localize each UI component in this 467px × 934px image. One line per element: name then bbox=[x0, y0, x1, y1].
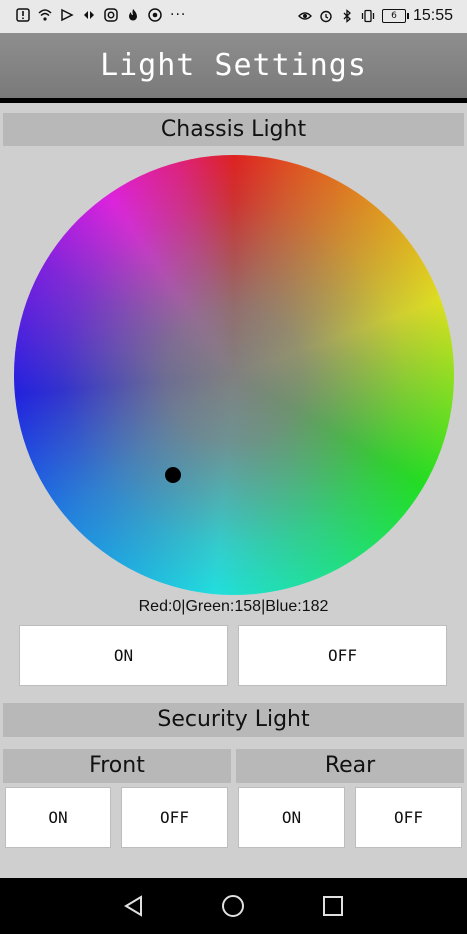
back-icon[interactable] bbox=[122, 894, 146, 918]
alert-icon bbox=[16, 8, 30, 22]
color-wheel-saturation bbox=[14, 155, 454, 595]
instagram-icon bbox=[104, 8, 118, 22]
vibrate-icon bbox=[361, 9, 375, 23]
front-off-button[interactable]: OFF bbox=[121, 787, 228, 848]
wifi-icon bbox=[38, 9, 52, 21]
battery-level: 6 bbox=[391, 11, 397, 21]
rgb-readout: Red:0|Green:158|Blue:182 bbox=[138, 598, 329, 615]
app-bar: Light Settings bbox=[0, 33, 467, 98]
rear-on-button[interactable]: ON bbox=[238, 787, 345, 848]
security-light-header: Security Light bbox=[3, 703, 464, 737]
remote-icon bbox=[84, 11, 94, 19]
front-on-button[interactable]: ON bbox=[5, 787, 111, 848]
battery-icon: 6 bbox=[381, 9, 409, 23]
color-wheel[interactable] bbox=[14, 155, 454, 595]
page-title: Light Settings bbox=[100, 48, 367, 83]
chassis-on-button[interactable]: ON bbox=[19, 625, 228, 686]
recents-icon[interactable] bbox=[321, 894, 345, 918]
alarm-icon bbox=[320, 10, 332, 23]
chassis-off-button[interactable]: OFF bbox=[238, 625, 447, 686]
status-right-icons: 6 15:55 bbox=[297, 7, 453, 25]
rear-off-button[interactable]: OFF bbox=[355, 787, 462, 848]
flame-icon bbox=[129, 9, 137, 21]
front-light-header: Front bbox=[3, 749, 231, 783]
play-icon bbox=[61, 8, 74, 22]
overflow-indicator: ··· bbox=[170, 7, 187, 23]
app-bar-divider bbox=[0, 98, 467, 103]
eye-icon bbox=[297, 12, 312, 20]
chassis-light-header: Chassis Light bbox=[3, 113, 464, 146]
status-bar: ··· 6 15:55 bbox=[0, 0, 467, 33]
status-left-icons: ··· bbox=[16, 7, 186, 23]
chrome-icon bbox=[148, 8, 162, 22]
status-time: 15:55 bbox=[412, 7, 453, 24]
bluetooth-icon bbox=[343, 9, 351, 23]
color-picker-handle[interactable] bbox=[165, 467, 181, 483]
home-icon[interactable] bbox=[221, 894, 245, 918]
navigation-bar bbox=[0, 878, 467, 934]
rear-light-header: Rear bbox=[236, 749, 464, 783]
